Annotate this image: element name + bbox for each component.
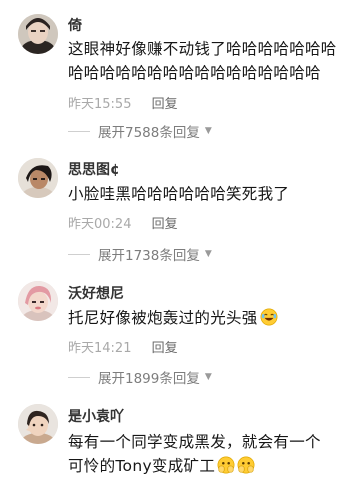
peeking-face-emoji [237, 456, 255, 474]
reply-button[interactable]: 回复 [152, 217, 178, 232]
divider [68, 376, 90, 378]
comment-text: 这眼神好像赚不动钱了哈哈哈哈哈哈哈哈哈哈哈哈哈哈哈哈哈哈哈哈哈哈哈 [68, 40, 337, 82]
laughing-face-emoji [260, 308, 278, 326]
expand-replies-label: 展开1899条回复 [98, 371, 200, 387]
comment-text: 托尼好像被炮轰过的光头强 [68, 306, 350, 330]
expand-replies-button[interactable]: 展开7588条回复 ▼ [68, 121, 212, 141]
divider [68, 253, 90, 255]
comment-text-line-2: 可怜的Tony变成矿工 [68, 454, 350, 478]
user-avatar-icon [18, 158, 58, 198]
comment-meta: 昨天00:24 回复 [68, 213, 178, 232]
comment-text-content: 托尼好像被炮轰过的光头强 [68, 309, 258, 327]
comment-author[interactable]: 沃好想尼 [68, 283, 124, 303]
comment-text-content: 可怜的Tony变成矿工 [68, 457, 216, 475]
comment-text: 小脸哇黑哈哈哈哈哈哈笑死我了 [68, 185, 290, 203]
chevron-down-icon: ▼ [204, 249, 212, 259]
divider [68, 130, 90, 132]
expand-replies-label: 展开7588条回复 [98, 125, 200, 141]
expand-replies-button[interactable]: 展开1899条回复 ▼ [68, 367, 212, 387]
expand-replies-button[interactable]: 展开1738条回复 ▼ [68, 244, 212, 264]
comment-author[interactable]: 思思图¢ [68, 159, 120, 179]
chevron-down-icon: ▼ [204, 372, 212, 382]
avatar[interactable] [18, 158, 58, 198]
avatar[interactable] [18, 14, 58, 54]
avatar[interactable] [18, 404, 58, 444]
user-avatar-icon [18, 14, 58, 54]
comment-author[interactable]: 是小袁吖 [68, 406, 124, 426]
comment-meta: 昨天14:21 回复 [68, 337, 178, 356]
expand-replies-label: 展开1738条回复 [98, 248, 200, 264]
avatar[interactable] [18, 281, 58, 321]
user-avatar-icon [18, 404, 58, 444]
comment-time: 昨天14:21 [68, 341, 132, 356]
comment-meta: 昨天15:55 回复 [68, 93, 178, 112]
user-avatar-icon [18, 281, 58, 321]
comment-text: 每有一个同学变成黑发，就会有一个 可怜的Tony变成矿工 [68, 430, 350, 478]
comment-time: 昨天15:55 [68, 97, 132, 112]
reply-button[interactable]: 回复 [152, 97, 178, 112]
chevron-down-icon: ▼ [204, 126, 212, 136]
comment-text-line: 每有一个同学变成黑发，就会有一个 [68, 433, 321, 451]
reply-button[interactable]: 回复 [152, 341, 178, 356]
comment-author[interactable]: 倚 [68, 15, 82, 35]
comment-time: 昨天00:24 [68, 217, 132, 232]
peeking-face-emoji [217, 456, 235, 474]
